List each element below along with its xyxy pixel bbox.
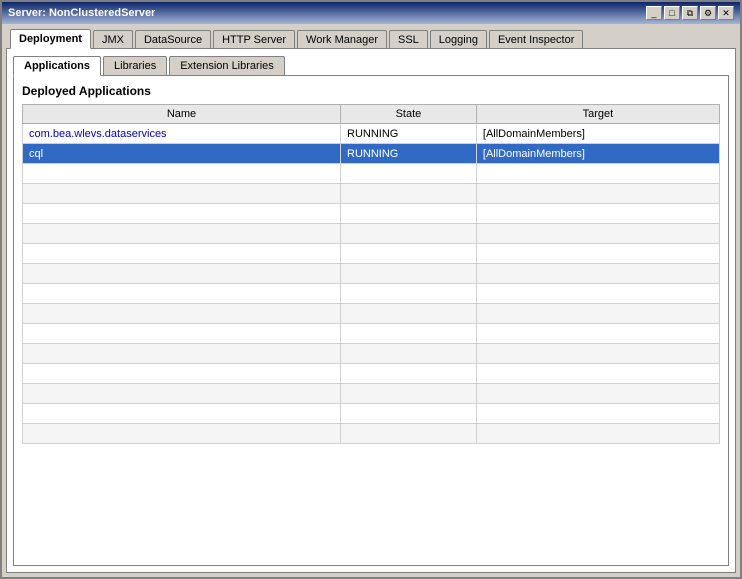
table-row-empty	[23, 344, 720, 364]
tab-http-server[interactable]: HTTP Server	[213, 30, 295, 49]
table-row-empty	[23, 404, 720, 424]
cell-target: [AllDomainMembers]	[476, 124, 719, 144]
tab-work-manager[interactable]: Work Manager	[297, 30, 387, 49]
sub-tabs: Applications Libraries Extension Librari…	[13, 55, 729, 75]
tab-datasource[interactable]: DataSource	[135, 30, 211, 49]
title-bar: Server: NonClusteredServer _ □ ⧉ ⚙ ✕	[2, 2, 740, 24]
table-row-empty	[23, 384, 720, 404]
table-row-empty	[23, 164, 720, 184]
table-row-empty	[23, 284, 720, 304]
app-name-link[interactable]: com.bea.wlevs.dataservices	[29, 128, 167, 140]
tab-deployment[interactable]: Deployment	[10, 29, 91, 49]
section-title: Deployed Applications	[22, 84, 720, 98]
main-tabs: Deployment JMX DataSource HTTP Server Wo…	[6, 28, 736, 48]
subtab-extension-libraries[interactable]: Extension Libraries	[169, 56, 285, 76]
col-header-state: State	[341, 105, 477, 124]
table-row-empty	[23, 204, 720, 224]
cell-state: RUNNING	[341, 144, 477, 164]
settings-button[interactable]: ⚙	[700, 6, 716, 20]
table-row-empty	[23, 264, 720, 284]
table-row[interactable]: cql RUNNING [AllDomainMembers]	[23, 144, 720, 164]
sub-panel: Deployed Applications Name State Target …	[13, 75, 729, 566]
window-title: Server: NonClusteredServer	[8, 7, 155, 19]
content-area: Deployment JMX DataSource HTTP Server Wo…	[2, 24, 740, 577]
table-row-empty	[23, 224, 720, 244]
col-header-name: Name	[23, 105, 341, 124]
tab-ssl[interactable]: SSL	[389, 30, 428, 49]
col-header-target: Target	[476, 105, 719, 124]
maximize-button[interactable]: □	[664, 6, 680, 20]
subtab-applications[interactable]: Applications	[13, 56, 101, 76]
minimize-button[interactable]: _	[646, 6, 662, 20]
tab-logging[interactable]: Logging	[430, 30, 487, 49]
app-name-link[interactable]: cql	[29, 148, 43, 160]
applications-table: Name State Target com.bea.wlevs.dataserv…	[22, 104, 720, 444]
table-row-empty	[23, 184, 720, 204]
cell-name[interactable]: com.bea.wlevs.dataservices	[23, 124, 341, 144]
main-window: Server: NonClusteredServer _ □ ⧉ ⚙ ✕ Dep…	[0, 0, 742, 579]
table-row-empty	[23, 424, 720, 444]
restore-button[interactable]: ⧉	[682, 6, 698, 20]
close-button[interactable]: ✕	[718, 6, 734, 20]
table-row-empty	[23, 244, 720, 264]
cell-target: [AllDomainMembers]	[476, 144, 719, 164]
window-controls: _ □ ⧉ ⚙ ✕	[646, 6, 734, 20]
tab-event-inspector[interactable]: Event Inspector	[489, 30, 583, 49]
tab-jmx[interactable]: JMX	[93, 30, 133, 49]
table-row-empty	[23, 304, 720, 324]
cell-state: RUNNING	[341, 124, 477, 144]
table-row-empty	[23, 364, 720, 384]
main-panel: Applications Libraries Extension Librari…	[6, 48, 736, 573]
table-row-empty	[23, 324, 720, 344]
cell-name[interactable]: cql	[23, 144, 341, 164]
subtab-libraries[interactable]: Libraries	[103, 56, 167, 76]
table-row[interactable]: com.bea.wlevs.dataservices RUNNING [AllD…	[23, 124, 720, 144]
